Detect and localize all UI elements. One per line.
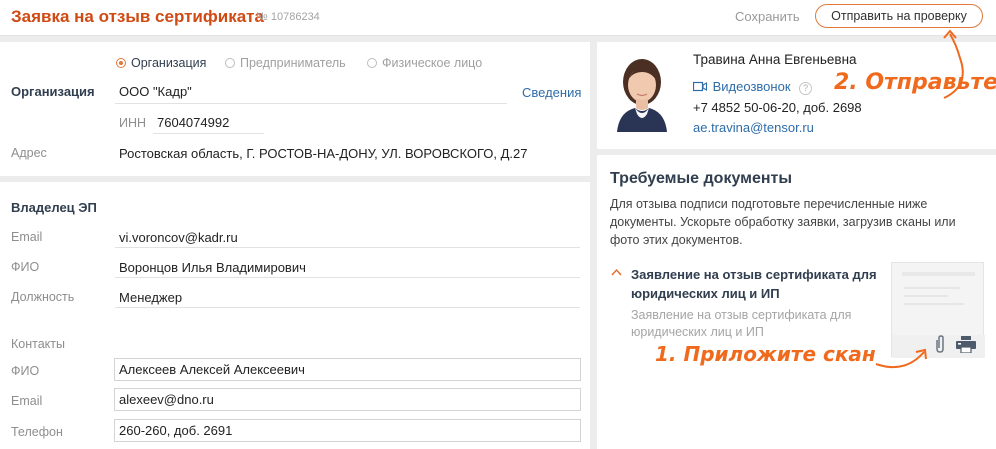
manager-phone: +7 4852 50-06-20, доб. 2698 [693,100,862,115]
owner-fio-label: ФИО [11,260,40,274]
inn-input[interactable]: 7604074992 [153,110,264,134]
document-number: № 10786234 [256,11,320,23]
inn-value: 7604074992 [157,115,230,130]
contact-fio-input[interactable]: Алексеев Алексей Алексеевич [114,358,581,381]
document-item-description: Заявление на отзыв сертификата для юриди… [631,308,852,339]
contact-fio-value: Алексеев Алексей Алексеевич [119,362,305,377]
documents-title: Требуемые документы [610,170,793,187]
video-camera-icon [692,81,708,92]
address-value[interactable]: Ростовская область, Г. РОСТОВ-НА-ДОНУ, У… [119,146,528,161]
organization-input[interactable]: ООО "Кадр" [115,80,507,104]
owner-position-input[interactable]: Менеджер [115,286,580,308]
owner-panel: Владелец ЭП Email vi.voroncov@kadr.ru ФИ… [0,182,590,449]
required-documents-panel: Требуемые документы Для отзыва подписи п… [597,155,996,449]
scanner-icon[interactable] [956,336,976,356]
document-item-title[interactable]: Заявление на отзыв сертификата для юриди… [631,265,877,303]
documents-description: Для отзыва подписи подготовьте перечисле… [610,197,956,247]
manager-card: Травина Анна Евгеньевна Видеозвонок ? +7… [597,42,996,149]
contacts-title: Контакты [11,337,65,351]
contact-email-label: Email [11,394,43,408]
contact-phone-label: Телефон [11,425,63,439]
radio-dot-icon [367,58,377,68]
contact-fio-label: ФИО [11,364,40,378]
manager-avatar [611,52,673,132]
contact-email-input[interactable]: alexeev@dno.ru [114,388,581,411]
contact-phone-value: 260-260, доб. 2691 [119,423,233,438]
owner-section-title: Владелец ЭП [11,200,97,215]
annotation-step-attach: 1. Приложите скан [655,342,876,366]
paperclip-icon[interactable] [934,334,946,357]
inn-label: ИНН [119,116,147,130]
document-template-thumbnail[interactable] [891,262,985,358]
video-call-label: Видеозвонок [712,79,791,94]
annotation-step-send: 2. Отправьте [834,70,996,95]
address-label: Адрес [11,146,47,160]
video-call-link[interactable]: Видеозвонок ? [692,79,813,95]
owner-position-value: Менеджер [119,290,183,305]
contact-email-value: alexeev@dno.ru [119,392,214,407]
radio-organization[interactable]: Организация [116,56,206,70]
organization-panel: Организация Предприниматель Физическое л… [0,42,590,176]
info-link[interactable]: Сведения [522,85,581,100]
manager-name: Травина Анна Евгеньевна [693,52,857,67]
owner-position-label: Должность [11,290,75,304]
contact-phone-input[interactable]: 260-260, доб. 2691 [114,419,581,442]
manager-email-link[interactable]: ae.travina@tensor.ru [693,120,814,135]
radio-individual[interactable]: Физическое лицо [367,56,482,70]
save-button[interactable]: Сохранить [735,9,800,24]
organization-value: ООО "Кадр" [119,84,192,99]
owner-email-input[interactable]: vi.voroncov@kadr.ru [115,226,580,248]
owner-fio-value: Воронцов Илья Владимирович [119,260,306,275]
owner-fio-input[interactable]: Воронцов Илья Владимирович [115,256,580,278]
radio-entrepreneur[interactable]: Предприниматель [225,56,346,70]
help-icon[interactable]: ? [799,82,813,95]
radio-dot-icon [225,58,235,68]
chevron-up-icon[interactable] [611,265,622,279]
send-for-review-button[interactable]: Отправить на проверку [815,4,983,28]
owner-email-value: vi.voroncov@kadr.ru [119,230,238,245]
radio-dot-icon [116,58,126,68]
page-title: Заявка на отзыв сертификата [11,7,264,26]
page-header: Заявка на отзыв сертификата № 10786234 С… [0,0,996,36]
owner-email-label: Email [11,230,43,244]
organization-label: Организация [11,84,95,99]
